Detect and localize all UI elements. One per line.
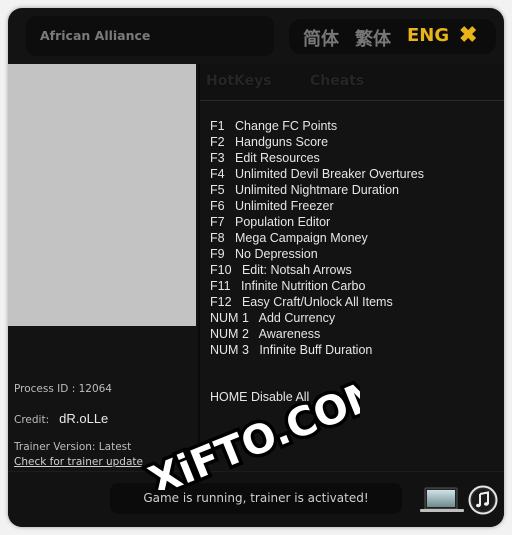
hotkey-spacer bbox=[225, 199, 235, 213]
lang-english[interactable]: ENG bbox=[407, 25, 449, 46]
hotkey-action: Change FC Points bbox=[235, 119, 338, 133]
trainer-info: Process ID : 12064 Credit: dR.oLLe Traine… bbox=[8, 326, 198, 471]
tab-bar: HotKeys Cheats bbox=[200, 64, 504, 101]
music-icon[interactable] bbox=[468, 485, 498, 515]
hotkey-row: F2 Handguns Score bbox=[210, 134, 424, 150]
hotkey-spacer bbox=[225, 215, 235, 229]
tab-cheats[interactable]: Cheats bbox=[310, 73, 364, 89]
hotkey-key: F3 bbox=[210, 151, 225, 165]
credit-line: Credit: dR.oLLe bbox=[14, 411, 108, 426]
hotkey-row: F7 Population Editor bbox=[210, 214, 424, 230]
hotkey-row: F10 Edit: Notsah Arrows bbox=[210, 262, 424, 278]
hotkey-spacer bbox=[232, 295, 242, 309]
hotkey-key: F12 bbox=[210, 295, 232, 309]
hotkey-spacer bbox=[225, 119, 235, 133]
hotkey-list: F1 Change FC Points F2 Handguns Score F3 E… bbox=[210, 118, 424, 358]
hotkey-action: Easy Craft/Unlock All Items bbox=[241, 295, 393, 309]
hotkey-row: F1 Change FC Points bbox=[210, 118, 424, 134]
hotkey-spacer bbox=[225, 151, 235, 165]
game-title: African Alliance bbox=[40, 28, 151, 43]
lang-traditional-chinese[interactable]: 繁体 bbox=[355, 25, 391, 51]
hotkey-spacer bbox=[225, 135, 235, 149]
hotkey-key: F9 bbox=[210, 247, 225, 261]
hotkey-spacer bbox=[249, 343, 259, 357]
hotkey-row: F12 Easy Craft/Unlock All Items bbox=[210, 294, 424, 310]
hotkey-action: No Depression bbox=[235, 247, 318, 261]
hotkey-key: F11 bbox=[210, 279, 231, 293]
hotkey-spacer bbox=[225, 247, 235, 261]
hotkey-key: F10 bbox=[210, 263, 232, 277]
hotkey-spacer bbox=[232, 263, 242, 277]
hotkey-action: Handguns Score bbox=[235, 135, 329, 149]
hotkey-row: F4 Unlimited Devil Breaker Overtures bbox=[210, 166, 424, 182]
hotkey-action: Population Editor bbox=[235, 215, 331, 229]
credit-value: dR.oLLe bbox=[59, 411, 109, 426]
hotkey-row: F3 Edit Resources bbox=[210, 150, 424, 166]
hotkey-key: NUM 1 bbox=[210, 311, 249, 325]
hotkey-key: F6 bbox=[210, 199, 225, 213]
hotkey-key: F8 bbox=[210, 231, 225, 245]
version-label: Trainer Version: bbox=[14, 441, 99, 453]
hotkey-row: F11 Infinite Nutrition Carbo bbox=[210, 278, 424, 294]
laptop-icon[interactable] bbox=[418, 485, 466, 515]
game-image-placeholder bbox=[8, 64, 196, 326]
hotkey-spacer bbox=[225, 183, 235, 197]
hotkey-spacer bbox=[249, 327, 259, 341]
hotkey-action: Add Currency bbox=[258, 311, 336, 325]
hotkey-spacer bbox=[225, 167, 235, 181]
hotkey-action: Unlimited Nightmare Duration bbox=[235, 183, 399, 197]
language-switcher: 简体 繁体 ENG ✖ bbox=[289, 19, 496, 54]
hotkey-key: NUM 2 bbox=[210, 327, 249, 341]
status-box: Game is running, trainer is activated! bbox=[110, 483, 402, 514]
panel-divider bbox=[198, 64, 200, 471]
status-text: Game is running, trainer is activated! bbox=[143, 491, 369, 505]
hotkey-action: Edit Resources bbox=[235, 151, 320, 165]
update-line: Check for trainer update bbox=[14, 456, 143, 468]
version-value: Latest bbox=[98, 441, 132, 453]
hotkey-key: F5 bbox=[210, 183, 225, 197]
hotkey-row: NUM 2 Awareness bbox=[210, 326, 424, 342]
home-disable-all: HOME Disable All bbox=[210, 390, 310, 404]
hotkey-action: Edit: Notsah Arrows bbox=[241, 263, 352, 277]
hotkey-action: Awareness bbox=[258, 327, 321, 341]
check-update-link[interactable]: Check for trainer update bbox=[14, 456, 143, 468]
hotkey-row: F8 Mega Campaign Money bbox=[210, 230, 424, 246]
status-bar: Game is running, trainer is activated! bbox=[8, 471, 504, 527]
version-line: Trainer Version: Latest bbox=[14, 441, 131, 453]
process-id-value: 12064 bbox=[78, 383, 112, 395]
trainer-window: African Alliance 简体 繁体 ENG ✖ Process ID … bbox=[8, 8, 504, 527]
hotkey-row: NUM 1 Add Currency bbox=[210, 310, 424, 326]
lang-simplified-chinese[interactable]: 简体 bbox=[303, 25, 339, 51]
process-id-label: Process ID : bbox=[14, 383, 79, 395]
tab-hotkeys[interactable]: HotKeys bbox=[206, 73, 272, 89]
close-x-icon[interactable]: ✖ bbox=[459, 22, 477, 48]
hotkey-action: Infinite Buff Duration bbox=[259, 343, 373, 357]
hotkey-key: NUM 3 bbox=[210, 343, 249, 357]
hotkey-row: NUM 3 Infinite Buff Duration bbox=[210, 342, 424, 358]
title-box: African Alliance bbox=[26, 16, 274, 56]
hotkey-spacer bbox=[225, 231, 235, 245]
hotkey-row: F9 No Depression bbox=[210, 246, 424, 262]
hotkey-row: F6 Unlimited Freezer bbox=[210, 198, 424, 214]
hotkey-action: Unlimited Devil Breaker Overtures bbox=[235, 167, 424, 181]
hotkey-spacer bbox=[231, 279, 241, 293]
hotkey-key: F2 bbox=[210, 135, 225, 149]
credit-label: Credit: bbox=[14, 414, 50, 426]
hotkey-key: F1 bbox=[210, 119, 225, 133]
hotkey-action: Unlimited Freezer bbox=[235, 199, 334, 213]
hotkey-key: F7 bbox=[210, 215, 225, 229]
hotkey-spacer bbox=[249, 311, 259, 325]
hotkey-action: Mega Campaign Money bbox=[235, 231, 368, 245]
hotkey-action: Infinite Nutrition Carbo bbox=[241, 279, 366, 293]
hotkey-key: F4 bbox=[210, 167, 225, 181]
hotkey-row: F5 Unlimited Nightmare Duration bbox=[210, 182, 424, 198]
process-id-line: Process ID : 12064 bbox=[14, 383, 112, 395]
